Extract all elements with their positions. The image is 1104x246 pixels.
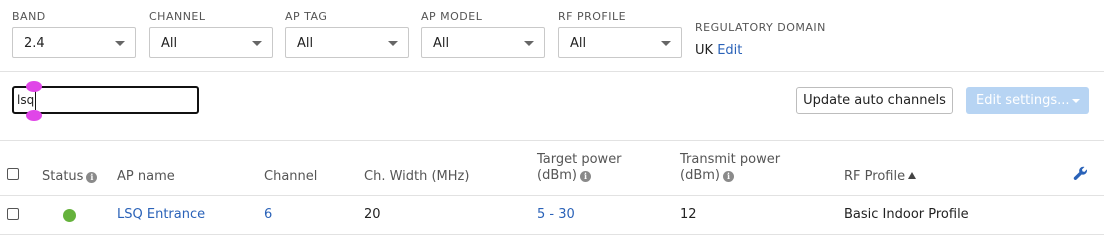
ap-model-select[interactable]: All bbox=[421, 27, 545, 58]
chevron-down-icon bbox=[388, 41, 398, 46]
column-status-label: Status bbox=[42, 169, 84, 184]
regulatory-domain-label: REGULATORY DOMAIN bbox=[695, 21, 826, 34]
toolbar: lsq Update auto channels Edit settings..… bbox=[0, 73, 1104, 141]
channel-select[interactable]: All bbox=[149, 27, 273, 58]
ap-tag-filter: AP TAG All bbox=[285, 10, 409, 58]
column-transmit-power-label: Transmit power bbox=[680, 152, 781, 167]
column-ap-name[interactable]: AP name bbox=[117, 169, 175, 185]
select-all-checkbox[interactable] bbox=[7, 168, 19, 180]
chevron-down-icon bbox=[1072, 99, 1080, 103]
filter-bar: BAND 2.4 CHANNEL All AP TAG All AP MODEL… bbox=[0, 0, 1104, 72]
column-transmit-power[interactable]: Transmit power (dBm) i bbox=[680, 152, 780, 184]
regulatory-domain: REGULATORY DOMAIN UK Edit bbox=[695, 21, 826, 58]
column-rf-profile[interactable]: RF Profile bbox=[844, 169, 917, 185]
ap-tag-select[interactable]: All bbox=[285, 27, 409, 58]
channel-width-value: 20 bbox=[364, 207, 381, 222]
ap-model-filter-label: AP MODEL bbox=[421, 10, 483, 23]
column-channel-width[interactable]: Ch. Width (MHz) bbox=[364, 169, 469, 185]
transmit-power-value: 12 bbox=[680, 207, 697, 222]
regulatory-domain-edit-link[interactable]: Edit bbox=[717, 43, 742, 58]
ap-tag-select-value: All bbox=[297, 36, 314, 51]
ap-model-filter: AP MODEL All bbox=[421, 10, 545, 58]
rf-profile-filter-label: RF PROFILE bbox=[558, 10, 627, 23]
chevron-down-icon bbox=[524, 41, 534, 46]
column-target-power-unit: (dBm) bbox=[537, 168, 577, 183]
rf-profile-select-value: All bbox=[570, 36, 587, 51]
channel-filter-label: CHANNEL bbox=[149, 10, 206, 23]
table-row[interactable]: LSQ Entrance 6 20 5 - 30 12 Basic Indoor… bbox=[0, 197, 1104, 235]
regulatory-domain-value: UK bbox=[695, 43, 714, 58]
column-channel[interactable]: Channel bbox=[264, 169, 317, 185]
status-online-dot bbox=[63, 209, 76, 222]
chevron-down-icon bbox=[252, 41, 262, 46]
update-auto-channels-button[interactable]: Update auto channels bbox=[796, 87, 953, 114]
row-checkbox[interactable] bbox=[7, 208, 19, 220]
band-filter-label: BAND bbox=[12, 10, 46, 23]
chevron-down-icon bbox=[661, 41, 671, 46]
chevron-down-icon bbox=[115, 41, 125, 46]
wrench-icon[interactable] bbox=[1073, 166, 1088, 181]
info-icon[interactable]: i bbox=[722, 171, 734, 182]
edit-settings-button[interactable]: Edit settings... bbox=[966, 87, 1089, 114]
table-header: Status i AP name Channel Ch. Width (MHz) … bbox=[0, 142, 1104, 196]
selection-handle-top[interactable] bbox=[26, 81, 42, 92]
sort-ascending-icon bbox=[908, 172, 917, 179]
rf-profile-select[interactable]: All bbox=[558, 27, 682, 58]
column-target-power[interactable]: Target power (dBm) i bbox=[537, 152, 622, 184]
channel-select-value: All bbox=[161, 36, 178, 51]
selection-handle-bottom[interactable] bbox=[26, 110, 42, 121]
ap-tag-filter-label: AP TAG bbox=[285, 10, 328, 23]
ap-name-link[interactable]: LSQ Entrance bbox=[117, 197, 205, 233]
column-target-power-label: Target power bbox=[537, 152, 622, 167]
search-input[interactable]: lsq bbox=[12, 86, 199, 114]
band-select[interactable]: 2.4 bbox=[12, 27, 136, 58]
info-icon[interactable]: i bbox=[579, 171, 591, 182]
ap-model-select-value: All bbox=[433, 36, 450, 51]
target-power-link[interactable]: 5 - 30 bbox=[537, 197, 575, 233]
text-cursor bbox=[35, 90, 36, 110]
info-icon[interactable]: i bbox=[86, 172, 98, 183]
column-status[interactable]: Status i bbox=[42, 169, 98, 185]
edit-settings-label: Edit settings... bbox=[976, 93, 1070, 108]
band-select-value: 2.4 bbox=[24, 36, 45, 51]
band-filter: BAND 2.4 bbox=[12, 10, 136, 58]
channel-link[interactable]: 6 bbox=[264, 197, 272, 233]
rf-profile-filter: RF PROFILE All bbox=[558, 10, 682, 58]
column-transmit-power-unit: (dBm) bbox=[680, 168, 720, 183]
column-rf-profile-label: RF Profile bbox=[844, 169, 906, 184]
channel-filter: CHANNEL All bbox=[149, 10, 273, 58]
rf-profile-value: Basic Indoor Profile bbox=[844, 207, 969, 222]
